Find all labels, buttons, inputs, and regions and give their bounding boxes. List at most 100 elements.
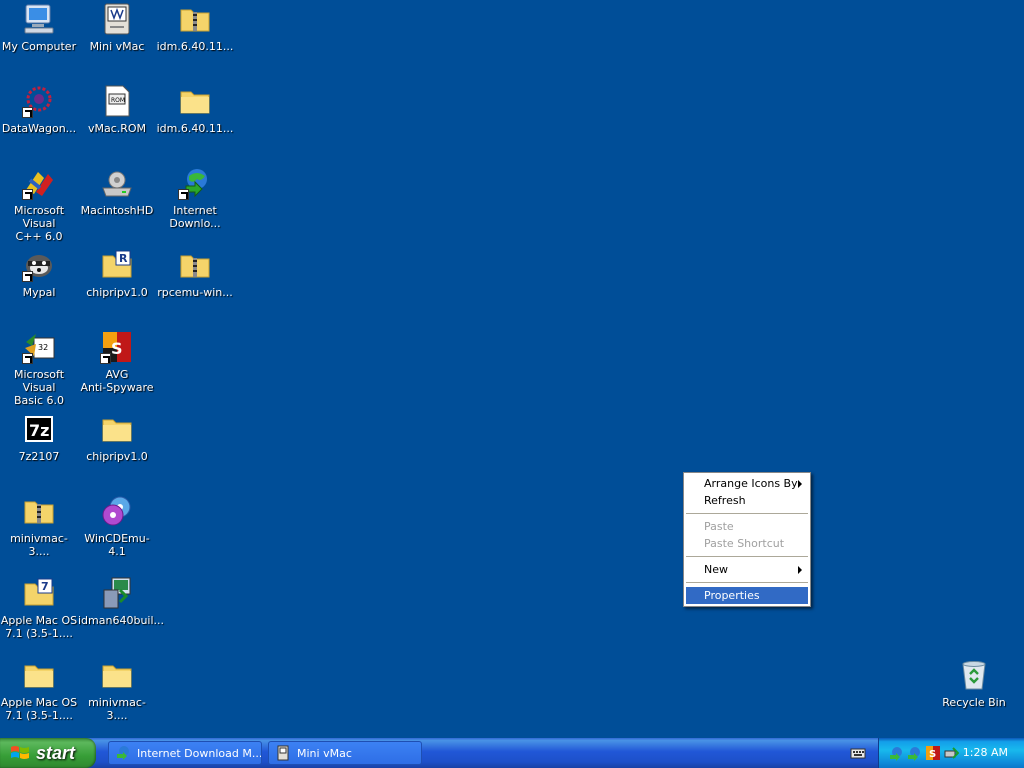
internet-download-manager-icon: [117, 746, 129, 760]
desktop-icon-vmac-rom[interactable]: ROM vMac.ROM: [78, 84, 156, 150]
shortcut-arrow-icon: [100, 353, 111, 364]
start-label: start: [36, 742, 76, 763]
desktop-icon-chipripv1-folder[interactable]: chipripv1.0: [78, 412, 156, 478]
icon-label: Internet Downlo...: [169, 204, 221, 230]
icon-label: My Computer: [1, 40, 77, 53]
zip-folder-icon: [178, 2, 212, 36]
icon-label: Apple Mac OS 7.1 (3.5-1....: [0, 696, 78, 722]
folder-icon: [178, 84, 212, 118]
menu-separator: [686, 556, 808, 557]
desktop-icon-minivmac-zip[interactable]: minivmac-3....: [0, 494, 78, 560]
menu-item-properties[interactable]: Properties: [686, 587, 808, 604]
start-button[interactable]: start: [0, 738, 96, 768]
desktop-icon-internet-download-manager[interactable]: Internet Downlo...: [156, 166, 234, 232]
icon-label: Microsoft Visual C++ 6.0: [13, 204, 65, 243]
disk-drive-icon: [100, 166, 134, 200]
icon-label: chipripv1.0: [86, 450, 148, 463]
desktop-icon-apple-macos-folder[interactable]: Apple Mac OS 7.1 (3.5-1....: [0, 658, 78, 724]
icon-label: Mini vMac: [89, 40, 145, 53]
desktop-icon-apple-macos-7z[interactable]: 7 Apple Mac OS 7.1 (3.5-1....: [0, 576, 78, 642]
icon-label: chipripv1.0: [86, 286, 148, 299]
menu-item-arrange-icons-by[interactable]: Arrange Icons By: [686, 475, 808, 492]
winrar-folder-icon: R: [100, 248, 134, 282]
installer-icon: [100, 576, 134, 610]
system-tray: S 1:28 AM: [878, 738, 1024, 768]
shortcut-arrow-icon: [22, 271, 33, 282]
icon-label: vMac.ROM: [87, 122, 147, 135]
avg-antispyware-tray-icon[interactable]: S: [925, 745, 941, 761]
mini-vmac-icon: [100, 2, 134, 36]
avg-antispyware-icon: S: [100, 330, 134, 364]
task-label: Internet Download M...: [137, 746, 262, 760]
desktop-icon-mypal[interactable]: Mypal: [0, 248, 78, 314]
desktop-icon-datawagon[interactable]: DataWagon...: [0, 84, 78, 150]
icon-label: idm.6.40.11...: [156, 40, 234, 53]
icon-label: rpcemu-win...: [157, 286, 233, 299]
icon-label: Mypal: [22, 286, 56, 299]
svg-text:R: R: [119, 252, 128, 265]
desktop-icon-minivmac-folder[interactable]: minivmac-3....: [78, 658, 156, 724]
desktop-icon-recycle-bin[interactable]: Recycle Bin: [935, 658, 1013, 724]
menu-item-label: Paste: [704, 520, 734, 533]
desktop-icon-idm-zip[interactable]: idm.6.40.11...: [156, 2, 234, 68]
submenu-arrow-icon: [798, 566, 802, 574]
mypal-icon: [22, 248, 56, 282]
desktop-icon-macintoshhd[interactable]: MacintoshHD: [78, 166, 156, 232]
svg-text:7: 7: [41, 580, 49, 593]
menu-separator: [686, 582, 808, 583]
svg-text:S: S: [111, 339, 123, 358]
icon-label: idman640buil...: [78, 614, 165, 627]
desktop[interactable]: My Computer DataWagon... Microsoft Visua…: [0, 0, 1024, 738]
icon-label: AVG Anti-Spyware: [80, 368, 154, 394]
desktop-icon-mini-vmac[interactable]: Mini vMac: [78, 2, 156, 68]
taskbar-button-internet-download-manager[interactable]: Internet Download M...: [108, 741, 262, 765]
taskbar-button-mini-vmac[interactable]: Mini vMac: [268, 741, 422, 765]
desktop-icon-avg-antispyware[interactable]: S AVG Anti-Spyware: [78, 330, 156, 396]
menu-item-refresh[interactable]: Refresh: [686, 492, 808, 509]
desktop-icon-chipripv1-rar[interactable]: R chipripv1.0: [78, 248, 156, 314]
desktop-icon-rpcemu-zip[interactable]: rpcemu-win...: [156, 248, 234, 314]
desktop-icon-idm-folder[interactable]: idm.6.40.11...: [156, 84, 234, 150]
zip-folder-icon: [178, 248, 212, 282]
download-manager-tray-icon[interactable]: [907, 745, 923, 761]
icon-label: 7z2107: [18, 450, 60, 463]
taskbar-clock[interactable]: 1:28 AM: [963, 746, 1008, 759]
menu-item-label: New: [704, 563, 728, 576]
datawagon-icon: [22, 84, 56, 118]
visual-cpp-icon: [22, 166, 56, 200]
desktop-icon-my-computer[interactable]: My Computer: [0, 2, 78, 68]
icon-label: DataWagon...: [1, 122, 77, 135]
shortcut-arrow-icon: [22, 189, 33, 200]
shortcut-arrow-icon: [178, 189, 189, 200]
desktop-icon-idman640build[interactable]: idman640buil...: [78, 576, 165, 642]
menu-item-paste[interactable]: Paste: [686, 518, 808, 535]
desktop-context-menu: Arrange Icons By Refresh Paste Paste Sho…: [683, 472, 811, 607]
safely-remove-hardware-icon[interactable]: [943, 745, 959, 761]
menu-item-paste-shortcut[interactable]: Paste Shortcut: [686, 535, 808, 552]
task-label: Mini vMac: [297, 746, 352, 760]
menu-item-new[interactable]: New: [686, 561, 808, 578]
mini-vmac-icon: [277, 745, 289, 761]
icon-label: MacintoshHD: [80, 204, 154, 217]
icon-label: Recycle Bin: [942, 696, 1006, 709]
network-globe-icon[interactable]: [889, 745, 905, 761]
desktop-icon-wincdemu[interactable]: WinCDEmu-4.1: [78, 494, 156, 560]
menu-separator: [686, 513, 808, 514]
folder-icon: [100, 412, 134, 446]
shortcut-arrow-icon: [22, 353, 33, 364]
icon-label: Apple Mac OS 7.1 (3.5-1....: [0, 614, 78, 640]
menu-item-label: Properties: [704, 589, 760, 602]
desktop-icon-visual-basic[interactable]: 32 Microsoft Visual Basic 6.0: [0, 330, 78, 407]
keyboard-language-icon[interactable]: [850, 746, 866, 760]
menu-item-label: Paste Shortcut: [704, 537, 785, 550]
recycle-bin-icon: [957, 658, 991, 692]
taskbar: start Internet Download M... Mini vMac S…: [0, 738, 1024, 768]
desktop-icon-7z2107[interactable]: 7z 7z2107: [0, 412, 78, 478]
icon-label: WinCDEmu-4.1: [84, 532, 150, 558]
desktop-icon-visual-cpp[interactable]: Microsoft Visual C++ 6.0: [0, 166, 78, 243]
rom-file-icon: ROM: [100, 84, 134, 118]
menu-item-label: Refresh: [704, 494, 746, 507]
icon-label: minivmac-3....: [88, 696, 146, 722]
shortcut-arrow-icon: [22, 107, 33, 118]
my-computer-icon: [22, 2, 56, 36]
